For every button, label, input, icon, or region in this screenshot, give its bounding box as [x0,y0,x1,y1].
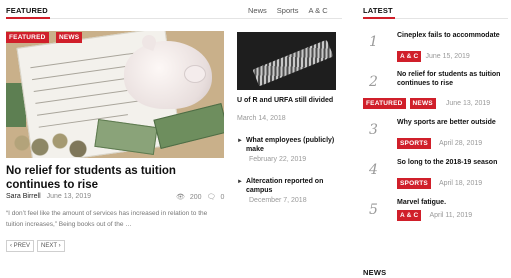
latest-title[interactable]: Marvel fatigue. [397,199,502,208]
section-tabs: News Sports A & C [248,6,328,15]
featured-divider [6,18,342,19]
tab-news[interactable]: News [248,6,267,15]
featured-accent-bar [6,17,50,19]
tab-arts-culture[interactable]: A & C [308,6,327,15]
side-list-item[interactable]: ► What employees (publicly) make February… [237,137,337,163]
tag-featured[interactable]: FEATURED [6,32,49,43]
latest-title[interactable]: No relief for students as tuition contin… [397,71,502,88]
chevron-right-icon: ► [237,179,243,185]
latest-rank: 3 [369,122,378,138]
latest-date: June 15, 2019 [425,53,470,60]
tag-sports[interactable]: SPORTS [397,178,431,189]
featured-main-meta: Sara Birrell June 13, 2019 [6,193,91,200]
latest-date: June 13, 2019 [445,100,491,107]
post-date: June 13, 2019 [46,193,91,200]
tab-sports[interactable]: Sports [277,6,299,15]
latest-item[interactable]: 5 Marvel fatigue. A & C April 11, 2019 [363,198,508,228]
latest-item[interactable]: 4 So long to the 2018-19 season SPORTS A… [363,158,508,194]
latest-title[interactable]: Cineplex fails to accommodate [397,32,502,41]
latest-item[interactable]: 3 Why sports are better outside SPORTS A… [363,118,508,154]
tag-featured[interactable]: FEATURED [363,98,406,109]
latest-date: April 28, 2019 [438,140,483,147]
next-button[interactable]: NEXT › [37,240,65,252]
tag-arts-culture[interactable]: A & C [397,51,422,62]
latest-heading: LATEST [363,6,393,15]
views-count: 200 [189,193,202,201]
tag-news[interactable]: NEWS [56,32,83,43]
chevron-right-icon: ► [237,138,243,144]
tag-news[interactable]: NEWS [409,98,436,109]
side-featured-image[interactable] [237,32,336,90]
side-featured-date: March 14, 2018 [237,115,286,122]
comments-count: 0 [220,193,225,201]
featured-heading: FEATURED [6,6,48,15]
latest-rank: 4 [369,162,378,178]
tag-sports[interactable]: SPORTS [397,138,431,149]
latest-rank: 2 [369,74,378,90]
side-list-date: December 7, 2018 [249,197,307,204]
side-featured-title[interactable]: U of R and URFA still divided [237,96,337,105]
featured-pager: ‹ PREV NEXT › [6,240,65,252]
latest-date: April 11, 2019 [429,212,473,219]
side-list-title[interactable]: What employees (publicly) make [246,137,337,154]
news-heading: NEWS [363,268,387,277]
latest-item[interactable]: 1 Cineplex fails to accommodate A & C Ju… [363,30,508,66]
views-icon: 👁 [176,194,185,201]
tag-arts-culture[interactable]: A & C [397,210,422,221]
latest-title[interactable]: So long to the 2018-19 season [397,159,502,168]
piggy-bank-image [124,33,212,109]
featured-main-title[interactable]: No relief for students as tuition contin… [6,165,231,192]
latest-title[interactable]: Why sports are better outside [397,119,502,128]
side-list-item[interactable]: ► Altercation reported on campus December… [237,178,337,204]
author-name[interactable]: Sara Birrell [6,193,41,200]
side-list-date: February 22, 2019 [249,156,307,163]
latest-date: April 18, 2019 [438,180,483,187]
latest-rank: 5 [369,202,378,218]
featured-main-image[interactable] [6,31,224,158]
coins-image [12,131,102,157]
prev-button[interactable]: ‹ PREV [6,240,35,252]
post-stats: 👁 200 🗨 0 [176,193,225,202]
side-list-title[interactable]: Altercation reported on campus [246,178,337,195]
comments-icon: 🗨 [206,194,216,201]
latest-item[interactable]: 2 No relief for students as tuition cont… [363,70,508,110]
latest-accent-bar [363,17,395,19]
featured-main-excerpt: “I don’t feel like the amount of service… [6,210,208,228]
latest-rank: 1 [369,34,378,50]
